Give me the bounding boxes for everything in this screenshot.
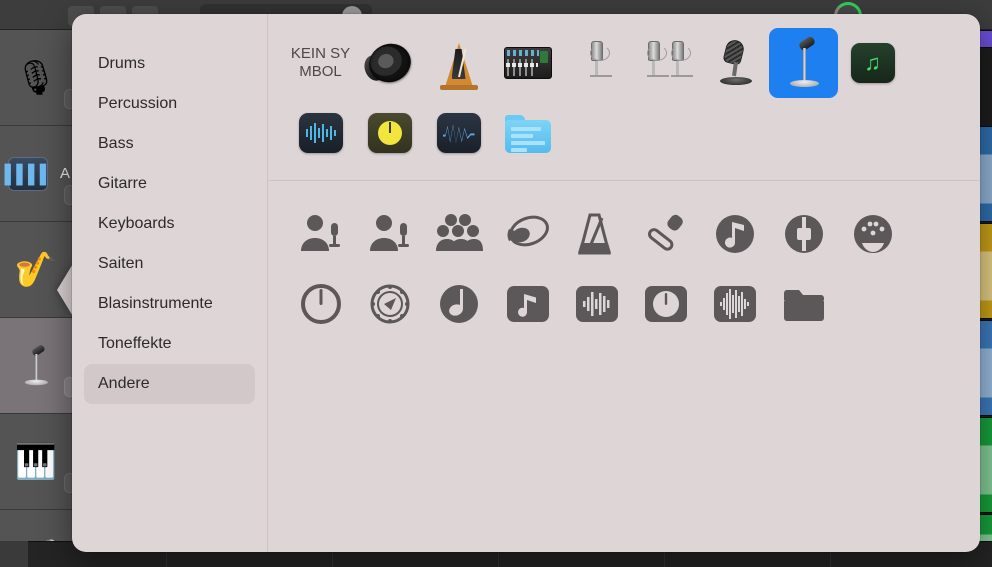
flat-symbols-row bbox=[286, 199, 958, 339]
no-symbol-text: KEIN SYMBOL bbox=[290, 45, 351, 80]
compass-dial-icon[interactable] bbox=[355, 269, 424, 339]
category-item-toneffekte[interactable]: Toneffekte bbox=[84, 324, 255, 364]
symbol-grid-panel: KEIN SYMBOL ♫ bbox=[268, 14, 980, 552]
category-item-andere[interactable]: Andere bbox=[84, 364, 255, 404]
glyph bbox=[779, 209, 829, 259]
category-item-percussion[interactable]: Percussion bbox=[84, 84, 255, 124]
single-vocalist-icon[interactable] bbox=[286, 199, 355, 269]
category-item-drums[interactable]: Drums bbox=[84, 44, 255, 84]
glyph bbox=[365, 209, 415, 259]
realistic-symbols-row: KEIN SYMBOL ♫ bbox=[286, 28, 958, 168]
realistic-symbols-section: KEIN SYMBOL ♫ bbox=[268, 14, 980, 181]
folder-icon[interactable] bbox=[769, 269, 838, 339]
stereo-condenser-mic-icon[interactable] bbox=[631, 28, 700, 98]
app-root: eeBF 🎙▌▌▌▌A🎷SL🎹E🎸F🎹Steinway Grand Piano … bbox=[0, 0, 992, 567]
music-note-circle-icon[interactable] bbox=[700, 199, 769, 269]
glyph bbox=[848, 209, 898, 259]
track-keyboard-icon: 🎹 bbox=[14, 442, 58, 481]
horn-speaker-icon[interactable] bbox=[493, 199, 562, 269]
midi-port-circle-icon[interactable] bbox=[838, 199, 907, 269]
bottom-left-corner bbox=[0, 541, 28, 567]
blue-waveform-tile-icon[interactable] bbox=[286, 98, 355, 168]
metronome-outline-icon[interactable] bbox=[562, 199, 631, 269]
glyph bbox=[779, 279, 829, 329]
flat-symbols-section bbox=[268, 181, 980, 552]
navy-zigzag-tile-icon[interactable] bbox=[424, 98, 493, 168]
category-item-keyboards[interactable]: Keyboards bbox=[84, 204, 255, 244]
waveform-square-icon[interactable] bbox=[562, 269, 631, 339]
track-drum-kit-icon: 🎷 bbox=[14, 250, 58, 289]
audio-jack-circle-icon[interactable] bbox=[769, 199, 838, 269]
dynamic-mic-icon[interactable] bbox=[700, 28, 769, 98]
metronome-icon[interactable] bbox=[424, 28, 493, 98]
glyph bbox=[365, 279, 415, 329]
olive-knob-tile-icon[interactable] bbox=[355, 98, 424, 168]
category-item-saiten[interactable]: Saiten bbox=[84, 244, 255, 284]
glyph bbox=[296, 279, 346, 329]
timer-square-icon[interactable] bbox=[631, 269, 700, 339]
category-item-gitarre[interactable]: Gitarre bbox=[84, 164, 255, 204]
condenser-mic-icon[interactable] bbox=[562, 28, 631, 98]
glyph bbox=[434, 209, 484, 259]
quarter-note-circle-icon[interactable] bbox=[424, 269, 493, 339]
glyph bbox=[572, 209, 622, 259]
mic-on-stand-icon[interactable] bbox=[769, 28, 838, 98]
track-waveform-icon: ▌▌▌▌ bbox=[5, 156, 53, 191]
single-vocalist-alt-icon[interactable] bbox=[355, 199, 424, 269]
music-note-square-icon[interactable] bbox=[493, 269, 562, 339]
category-sidebar: Drums Percussion Bass Gitarre Keyboards Saite… bbox=[72, 14, 268, 552]
clock-circle-icon[interactable] bbox=[286, 269, 355, 339]
no-symbol-label[interactable]: KEIN SYMBOL bbox=[286, 28, 355, 98]
handheld-mic-icon[interactable] bbox=[631, 199, 700, 269]
glyph bbox=[710, 209, 760, 259]
glyph bbox=[503, 279, 553, 329]
glyph bbox=[296, 209, 346, 259]
glyph bbox=[641, 209, 691, 259]
choir-group-icon[interactable] bbox=[424, 199, 493, 269]
glyph bbox=[710, 279, 760, 329]
track-name: A bbox=[60, 165, 71, 182]
mixing-console-icon[interactable] bbox=[493, 28, 562, 98]
green-music-note-tile-icon[interactable]: ♫ bbox=[838, 28, 907, 98]
glyph bbox=[503, 209, 553, 259]
speaker-cone-icon[interactable] bbox=[355, 28, 424, 98]
glyph bbox=[434, 279, 484, 329]
track-guitar-amp-icon: 🎙 bbox=[14, 58, 58, 97]
blue-folder-icon[interactable] bbox=[493, 98, 562, 168]
glyph bbox=[641, 279, 691, 329]
category-item-blasinstrumente[interactable]: Blasinstrumente bbox=[84, 284, 255, 324]
category-list: Drums Percussion Bass Gitarre Keyboards Saite… bbox=[84, 44, 255, 404]
glyph bbox=[572, 279, 622, 329]
track-mic-stand-icon bbox=[8, 338, 64, 394]
symbol-picker-popover: Drums Percussion Bass Gitarre Keyboards Saite… bbox=[72, 14, 980, 552]
audio-waveform-square-icon[interactable] bbox=[700, 269, 769, 339]
category-item-bass[interactable]: Bass bbox=[84, 124, 255, 164]
